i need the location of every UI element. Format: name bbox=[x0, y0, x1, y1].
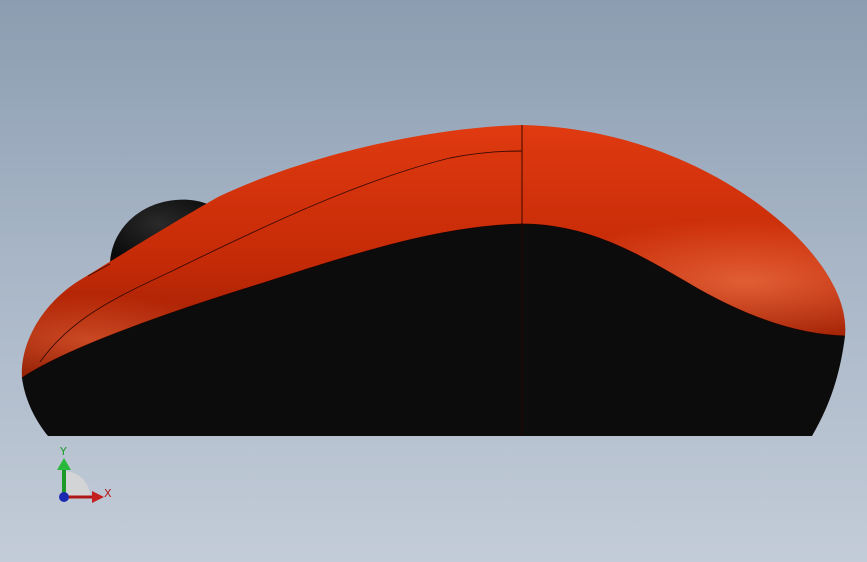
orientation-triad: Y X bbox=[57, 445, 112, 503]
triad-x-label: X bbox=[104, 487, 112, 500]
triad-x-arrowhead bbox=[92, 491, 104, 503]
triad-y-label: Y bbox=[59, 445, 67, 458]
triad-y-arrowhead bbox=[57, 458, 71, 470]
cad-3d-viewport[interactable]: Y X bbox=[0, 0, 867, 562]
triad-z-axis bbox=[59, 492, 69, 502]
triad-quarter-disc bbox=[64, 471, 90, 497]
mouse-model[interactable] bbox=[0, 0, 867, 562]
